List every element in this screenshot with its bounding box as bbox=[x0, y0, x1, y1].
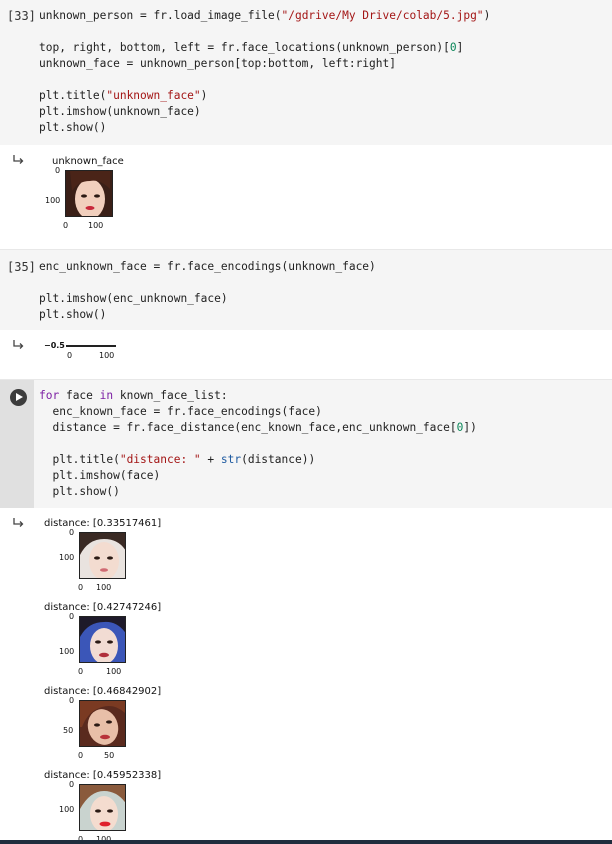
x-tick: 0 bbox=[67, 351, 73, 360]
code-token: plt.imshow(face) bbox=[39, 469, 161, 482]
code-line[interactable]: plt.show() bbox=[39, 484, 477, 500]
x-tick: 100 bbox=[106, 667, 122, 676]
output-arrow-icon bbox=[13, 155, 24, 164]
encoding-strip bbox=[66, 345, 116, 347]
execution-count: [35] bbox=[7, 260, 36, 274]
code-token: plt.title( bbox=[39, 453, 120, 466]
plot-title: unknown_face bbox=[52, 156, 124, 167]
code-line[interactable]: for face in known_face_list: bbox=[39, 388, 477, 404]
code-cell-35[interactable]: [35] enc_unknown_face = fr.face_encoding… bbox=[0, 249, 612, 330]
code-token: plt.title( bbox=[39, 89, 107, 102]
code-line[interactable]: unknown_person = fr.load_image_file("/gd… bbox=[39, 8, 490, 24]
face-image bbox=[79, 616, 126, 663]
code-line[interactable]: plt.imshow(unknown_face) bbox=[39, 104, 490, 120]
code-line[interactable] bbox=[39, 72, 490, 88]
y-tick: 100 bbox=[45, 196, 61, 205]
code-line[interactable]: plt.title("unknown_face") bbox=[39, 88, 490, 104]
y-tick: 100 bbox=[59, 553, 75, 562]
code-token: plt.imshow(unknown_face) bbox=[39, 105, 201, 118]
x-tick: 0 bbox=[78, 751, 84, 760]
y-tick: 100 bbox=[59, 647, 75, 656]
code-token: enc_known_face = fr.face_encodings(face) bbox=[39, 405, 322, 418]
face-image bbox=[79, 532, 126, 579]
face-image bbox=[65, 170, 113, 217]
code-token: ) bbox=[483, 9, 491, 22]
y-tick: −0.5 bbox=[44, 341, 65, 350]
x-tick: 100 bbox=[88, 221, 104, 230]
code-line[interactable] bbox=[39, 275, 376, 291]
plot-title: distance: [0.33517461] bbox=[44, 518, 162, 529]
code-token: plt.show() bbox=[39, 308, 107, 321]
code-token: plt.imshow(enc_unknown_face) bbox=[39, 292, 228, 305]
y-tick: 0 bbox=[69, 528, 75, 537]
code-line[interactable]: enc_known_face = fr.face_encodings(face) bbox=[39, 404, 477, 420]
code-editor[interactable]: unknown_person = fr.load_image_file("/gd… bbox=[39, 8, 490, 136]
code-line[interactable]: plt.show() bbox=[39, 307, 376, 323]
code-line[interactable]: plt.imshow(face) bbox=[39, 468, 477, 484]
x-tick: 0 bbox=[63, 221, 69, 230]
code-line[interactable]: plt.title("distance: " + str(distance)) bbox=[39, 452, 477, 468]
code-editor[interactable]: for face in known_face_list: enc_known_f… bbox=[39, 388, 477, 500]
code-cell-loop[interactable]: for face in known_face_list: enc_known_f… bbox=[0, 379, 612, 508]
run-cell-icon[interactable] bbox=[10, 389, 27, 406]
execution-count: [33] bbox=[7, 9, 36, 23]
code-line[interactable]: enc_unknown_face = fr.face_encodings(unk… bbox=[39, 259, 376, 275]
plot-title: distance: [0.46842902] bbox=[44, 686, 162, 697]
code-token: ]) bbox=[463, 421, 477, 434]
plot-title: distance: [0.45952338] bbox=[44, 770, 162, 781]
code-token: + bbox=[200, 453, 221, 466]
taskbar-edge bbox=[0, 840, 612, 844]
code-token: for bbox=[39, 389, 60, 402]
plot-title: distance: [0.42747246] bbox=[44, 602, 162, 613]
code-cell-33[interactable]: [33] unknown_person = fr.load_image_file… bbox=[0, 0, 612, 145]
code-token: 0 bbox=[449, 41, 457, 54]
y-tick: 0 bbox=[69, 780, 75, 789]
y-tick: 100 bbox=[59, 805, 75, 814]
face-image bbox=[79, 784, 126, 831]
code-token: unknown_face = unknown_person[top:bottom… bbox=[39, 57, 396, 70]
code-token: "/gdrive/My Drive/colab/5.jpg" bbox=[281, 9, 484, 22]
code-token: in bbox=[99, 389, 114, 402]
x-tick: 0 bbox=[78, 667, 84, 676]
code-token: ] bbox=[456, 41, 464, 54]
code-token: top, right, bottom, left = fr.face_locat… bbox=[39, 41, 450, 54]
code-token: enc_unknown_face = fr.face_encodings(unk… bbox=[39, 260, 376, 273]
code-token: unknown_person = fr.load_image_file( bbox=[39, 9, 282, 22]
x-tick: 0 bbox=[78, 583, 84, 592]
code-token: str bbox=[220, 453, 242, 466]
x-tick: 100 bbox=[96, 583, 112, 592]
code-token: ) bbox=[200, 89, 208, 102]
code-line[interactable]: plt.show() bbox=[39, 120, 490, 136]
code-line[interactable]: distance = fr.face_distance(enc_known_fa… bbox=[39, 420, 477, 436]
code-token: plt.show() bbox=[39, 121, 107, 134]
code-line[interactable]: unknown_face = unknown_person[top:bottom… bbox=[39, 56, 490, 72]
code-token: plt.show() bbox=[39, 485, 120, 498]
code-token: (distance)) bbox=[241, 453, 316, 466]
code-editor[interactable]: enc_unknown_face = fr.face_encodings(unk… bbox=[39, 259, 376, 323]
y-tick: 0 bbox=[55, 166, 61, 175]
code-token: known_face_list: bbox=[113, 389, 228, 402]
code-line[interactable] bbox=[39, 24, 490, 40]
code-line[interactable]: plt.imshow(enc_unknown_face) bbox=[39, 291, 376, 307]
code-token: "unknown_face" bbox=[106, 89, 201, 102]
x-tick: 100 bbox=[99, 351, 115, 360]
code-line[interactable] bbox=[39, 436, 477, 452]
code-token: "distance: " bbox=[119, 453, 201, 466]
code-token: distance = fr.face_distance(enc_known_fa… bbox=[39, 421, 457, 434]
y-tick: 50 bbox=[63, 726, 74, 735]
output-arrow-icon bbox=[13, 340, 24, 349]
y-tick: 0 bbox=[69, 612, 75, 621]
output-arrow-icon bbox=[13, 518, 24, 527]
code-token: face bbox=[59, 389, 100, 402]
x-tick: 50 bbox=[104, 751, 115, 760]
y-tick: 0 bbox=[69, 696, 75, 705]
face-image bbox=[79, 700, 126, 747]
code-line[interactable]: top, right, bottom, left = fr.face_locat… bbox=[39, 40, 490, 56]
